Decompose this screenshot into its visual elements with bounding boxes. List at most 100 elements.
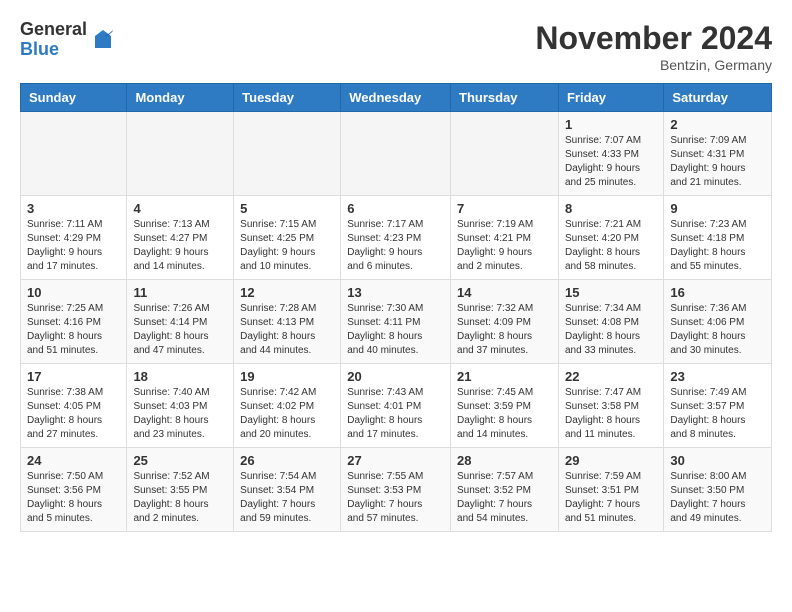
day-info: Sunrise: 7:26 AM Sunset: 4:14 PM Dayligh… [133, 302, 227, 358]
day-number: 7 [457, 201, 552, 216]
day-info: Sunrise: 7:13 AM Sunset: 4:27 PM Dayligh… [133, 218, 227, 274]
day-info: Sunrise: 7:55 AM Sunset: 3:53 PM Dayligh… [347, 470, 444, 526]
day-info: Sunrise: 7:52 AM Sunset: 3:55 PM Dayligh… [133, 470, 227, 526]
day-info: Sunrise: 7:17 AM Sunset: 4:23 PM Dayligh… [347, 218, 444, 274]
day-number: 10 [27, 285, 120, 300]
day-info: Sunrise: 7:21 AM Sunset: 4:20 PM Dayligh… [565, 218, 657, 274]
calendar-cell: 5 Sunrise: 7:15 AM Sunset: 4:25 PM Daylig… [234, 196, 341, 280]
day-info: Sunrise: 8:00 AM Sunset: 3:50 PM Dayligh… [670, 470, 765, 526]
calendar-header-saturday: Saturday [664, 84, 772, 112]
calendar-cell: 12 Sunrise: 7:28 AM Sunset: 4:13 PM Dayli… [234, 280, 341, 364]
day-number: 29 [565, 453, 657, 468]
calendar-table: SundayMondayTuesdayWednesdayThursdayFrid… [20, 83, 772, 532]
day-info: Sunrise: 7:32 AM Sunset: 4:09 PM Dayligh… [457, 302, 552, 358]
day-number: 6 [347, 201, 444, 216]
calendar-header-wednesday: Wednesday [341, 84, 451, 112]
calendar-cell: 19 Sunrise: 7:42 AM Sunset: 4:02 PM Dayli… [234, 364, 341, 448]
day-number: 3 [27, 201, 120, 216]
calendar-week-5: 24 Sunrise: 7:50 AM Sunset: 3:56 PM Dayli… [21, 448, 772, 532]
day-info: Sunrise: 7:45 AM Sunset: 3:59 PM Dayligh… [457, 386, 552, 442]
calendar-cell [341, 112, 451, 196]
day-info: Sunrise: 7:07 AM Sunset: 4:33 PM Dayligh… [565, 134, 657, 190]
day-number: 24 [27, 453, 120, 468]
calendar-header-sunday: Sunday [21, 84, 127, 112]
day-number: 4 [133, 201, 227, 216]
calendar-cell: 7 Sunrise: 7:19 AM Sunset: 4:21 PM Daylig… [451, 196, 559, 280]
day-number: 13 [347, 285, 444, 300]
day-number: 26 [240, 453, 334, 468]
day-number: 16 [670, 285, 765, 300]
day-number: 11 [133, 285, 227, 300]
calendar-cell: 16 Sunrise: 7:36 AM Sunset: 4:06 PM Dayli… [664, 280, 772, 364]
month-title: November 2024 [535, 20, 772, 57]
day-info: Sunrise: 7:30 AM Sunset: 4:11 PM Dayligh… [347, 302, 444, 358]
logo: General Blue [20, 20, 115, 60]
calendar-cell: 15 Sunrise: 7:34 AM Sunset: 4:08 PM Dayli… [558, 280, 663, 364]
day-info: Sunrise: 7:36 AM Sunset: 4:06 PM Dayligh… [670, 302, 765, 358]
calendar-header-thursday: Thursday [451, 84, 559, 112]
day-info: Sunrise: 7:57 AM Sunset: 3:52 PM Dayligh… [457, 470, 552, 526]
calendar-week-3: 10 Sunrise: 7:25 AM Sunset: 4:16 PM Dayli… [21, 280, 772, 364]
day-number: 1 [565, 117, 657, 132]
day-info: Sunrise: 7:34 AM Sunset: 4:08 PM Dayligh… [565, 302, 657, 358]
day-info: Sunrise: 7:28 AM Sunset: 4:13 PM Dayligh… [240, 302, 334, 358]
day-info: Sunrise: 7:11 AM Sunset: 4:29 PM Dayligh… [27, 218, 120, 274]
day-info: Sunrise: 7:49 AM Sunset: 3:57 PM Dayligh… [670, 386, 765, 442]
logo-general-text: General [20, 20, 87, 40]
calendar-cell: 3 Sunrise: 7:11 AM Sunset: 4:29 PM Daylig… [21, 196, 127, 280]
day-number: 30 [670, 453, 765, 468]
calendar-cell: 20 Sunrise: 7:43 AM Sunset: 4:01 PM Dayli… [341, 364, 451, 448]
calendar-cell: 21 Sunrise: 7:45 AM Sunset: 3:59 PM Dayli… [451, 364, 559, 448]
calendar-cell [451, 112, 559, 196]
calendar-cell: 27 Sunrise: 7:55 AM Sunset: 3:53 PM Dayli… [341, 448, 451, 532]
calendar-cell: 28 Sunrise: 7:57 AM Sunset: 3:52 PM Dayli… [451, 448, 559, 532]
day-number: 17 [27, 369, 120, 384]
day-number: 19 [240, 369, 334, 384]
day-info: Sunrise: 7:38 AM Sunset: 4:05 PM Dayligh… [27, 386, 120, 442]
day-info: Sunrise: 7:43 AM Sunset: 4:01 PM Dayligh… [347, 386, 444, 442]
calendar-cell: 9Sunrise: 7:23 AM Sunset: 4:18 PM Daylig… [664, 196, 772, 280]
day-number: 5 [240, 201, 334, 216]
day-info: Sunrise: 7:25 AM Sunset: 4:16 PM Dayligh… [27, 302, 120, 358]
day-number: 15 [565, 285, 657, 300]
day-number: 27 [347, 453, 444, 468]
day-number: 18 [133, 369, 227, 384]
calendar-cell: 29Sunrise: 7:59 AM Sunset: 3:51 PM Dayli… [558, 448, 663, 532]
day-info: Sunrise: 7:15 AM Sunset: 4:25 PM Dayligh… [240, 218, 334, 274]
calendar-cell: 25 Sunrise: 7:52 AM Sunset: 3:55 PM Dayli… [127, 448, 234, 532]
calendar-cell: 23Sunrise: 7:49 AM Sunset: 3:57 PM Dayli… [664, 364, 772, 448]
logo-icon [91, 28, 115, 52]
page-header: General Blue November 2024 Bentzin, Germ… [20, 20, 772, 73]
calendar-cell: 4 Sunrise: 7:13 AM Sunset: 4:27 PM Daylig… [127, 196, 234, 280]
day-info: Sunrise: 7:54 AM Sunset: 3:54 PM Dayligh… [240, 470, 334, 526]
calendar-cell: 24 Sunrise: 7:50 AM Sunset: 3:56 PM Dayli… [21, 448, 127, 532]
calendar-cell: 14 Sunrise: 7:32 AM Sunset: 4:09 PM Dayli… [451, 280, 559, 364]
calendar-cell: 22Sunrise: 7:47 AM Sunset: 3:58 PM Dayli… [558, 364, 663, 448]
day-number: 12 [240, 285, 334, 300]
calendar-week-1: 1 Sunrise: 7:07 AM Sunset: 4:33 PM Daylig… [21, 112, 772, 196]
day-number: 25 [133, 453, 227, 468]
day-info: Sunrise: 7:50 AM Sunset: 3:56 PM Dayligh… [27, 470, 120, 526]
calendar-week-4: 17 Sunrise: 7:38 AM Sunset: 4:05 PM Dayli… [21, 364, 772, 448]
day-number: 28 [457, 453, 552, 468]
day-number: 21 [457, 369, 552, 384]
day-number: 14 [457, 285, 552, 300]
day-info: Sunrise: 7:19 AM Sunset: 4:21 PM Dayligh… [457, 218, 552, 274]
day-number: 20 [347, 369, 444, 384]
day-info: Sunrise: 7:42 AM Sunset: 4:02 PM Dayligh… [240, 386, 334, 442]
calendar-week-2: 3 Sunrise: 7:11 AM Sunset: 4:29 PM Daylig… [21, 196, 772, 280]
calendar-cell: 17 Sunrise: 7:38 AM Sunset: 4:05 PM Dayli… [21, 364, 127, 448]
calendar-cell [127, 112, 234, 196]
calendar-header-tuesday: Tuesday [234, 84, 341, 112]
calendar-cell: 26 Sunrise: 7:54 AM Sunset: 3:54 PM Dayli… [234, 448, 341, 532]
calendar-header-row: SundayMondayTuesdayWednesdayThursdayFrid… [21, 84, 772, 112]
location: Bentzin, Germany [535, 57, 772, 73]
day-number: 9 [670, 201, 765, 216]
day-info: Sunrise: 7:40 AM Sunset: 4:03 PM Dayligh… [133, 386, 227, 442]
calendar-cell: 1 Sunrise: 7:07 AM Sunset: 4:33 PM Daylig… [558, 112, 663, 196]
calendar-cell: 10 Sunrise: 7:25 AM Sunset: 4:16 PM Dayli… [21, 280, 127, 364]
calendar-cell: 30 Sunrise: 8:00 AM Sunset: 3:50 PM Dayli… [664, 448, 772, 532]
day-number: 22 [565, 369, 657, 384]
calendar-cell: 6 Sunrise: 7:17 AM Sunset: 4:23 PM Daylig… [341, 196, 451, 280]
title-area: November 2024 Bentzin, Germany [535, 20, 772, 73]
